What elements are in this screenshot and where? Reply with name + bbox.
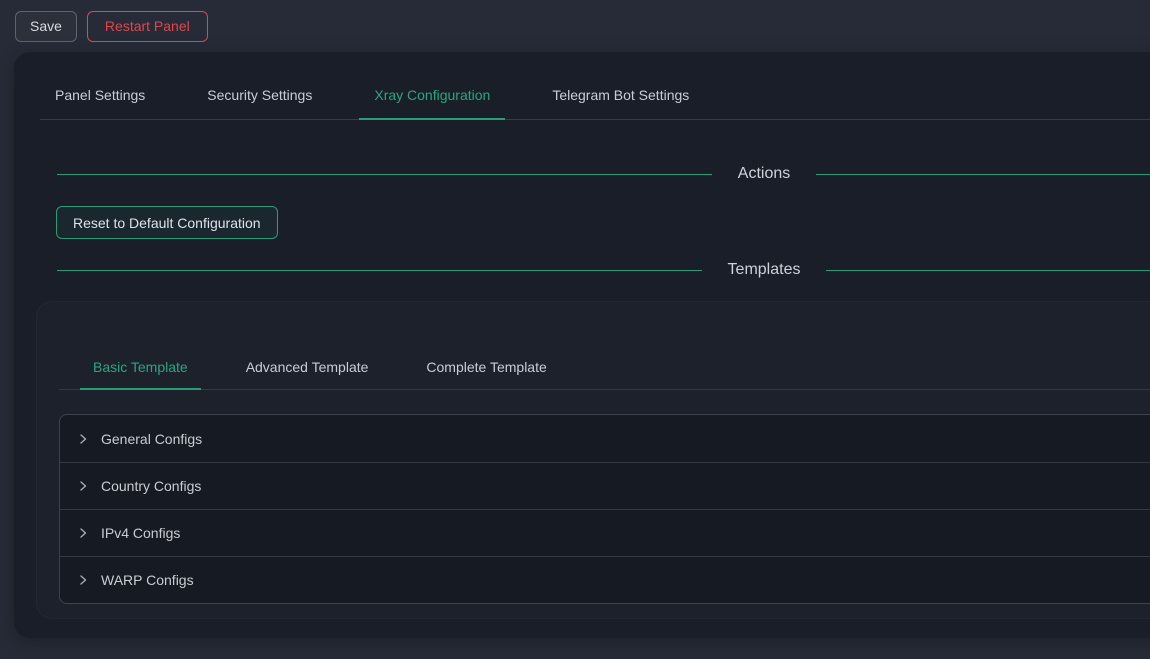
- tab-panel-settings[interactable]: Panel Settings: [40, 82, 160, 120]
- collapse-header-ipv4-configs[interactable]: IPv4 Configs: [60, 509, 1150, 556]
- tab-xray-configuration[interactable]: Xray Configuration: [359, 82, 505, 120]
- chevron-right-icon: [77, 433, 89, 445]
- template-tab-bar: Basic Template Advanced Template Complet…: [59, 350, 1150, 390]
- template-config-collapse: General Configs Country Configs IPv4 Con…: [59, 414, 1150, 604]
- settings-card: Panel Settings Security Settings Xray Co…: [14, 52, 1150, 638]
- actions-divider: Actions: [57, 163, 1150, 185]
- collapse-header-label: WARP Configs: [101, 572, 194, 588]
- reset-to-default-button[interactable]: Reset to Default Configuration: [56, 206, 278, 239]
- chevron-right-icon: [77, 527, 89, 539]
- collapse-header-label: General Configs: [101, 431, 202, 447]
- collapse-header-country-configs[interactable]: Country Configs: [60, 462, 1150, 509]
- collapse-header-label: Country Configs: [101, 478, 201, 494]
- templates-card: Basic Template Advanced Template Complet…: [36, 301, 1150, 619]
- divider-line: [816, 174, 1150, 175]
- tab-basic-template[interactable]: Basic Template: [80, 350, 201, 390]
- collapse-header-warp-configs[interactable]: WARP Configs: [60, 556, 1150, 603]
- chevron-right-icon: [77, 480, 89, 492]
- templates-divider: Templates: [57, 259, 1150, 281]
- divider-line: [826, 270, 1150, 271]
- tab-security-settings[interactable]: Security Settings: [192, 82, 327, 120]
- collapse-header-label: IPv4 Configs: [101, 525, 180, 541]
- restart-panel-button[interactable]: Restart Panel: [87, 11, 208, 42]
- save-button[interactable]: Save: [15, 11, 77, 42]
- divider-line: [57, 270, 702, 271]
- collapse-header-general-configs[interactable]: General Configs: [60, 415, 1150, 462]
- actions-divider-title: Actions: [712, 163, 816, 185]
- templates-divider-title: Templates: [702, 259, 827, 281]
- top-action-bar: Save Restart Panel: [0, 0, 1150, 52]
- tab-advanced-template[interactable]: Advanced Template: [233, 350, 382, 390]
- tab-complete-template[interactable]: Complete Template: [413, 350, 559, 390]
- tab-telegram-bot-settings[interactable]: Telegram Bot Settings: [537, 82, 704, 120]
- divider-line: [57, 174, 712, 175]
- settings-tab-bar: Panel Settings Security Settings Xray Co…: [40, 82, 1150, 120]
- chevron-right-icon: [77, 574, 89, 586]
